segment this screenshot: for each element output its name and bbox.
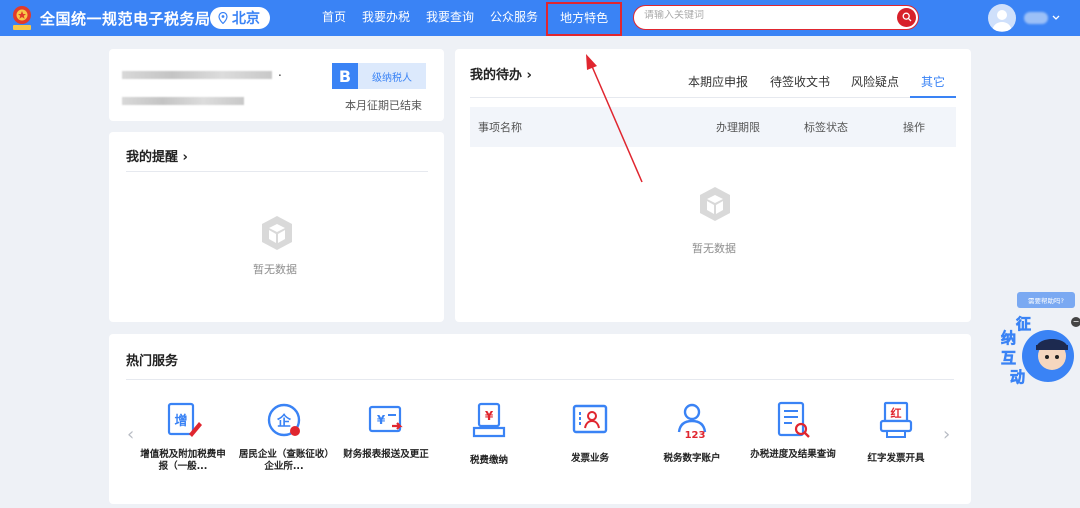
- user-avatar[interactable]: [988, 4, 1016, 32]
- username-redacted[interactable]: [1024, 12, 1048, 24]
- hot-services-title: 热门服务: [126, 354, 179, 369]
- service-item[interactable]: 增增值税及附加税费申报（一般...: [137, 400, 229, 472]
- todo-title[interactable]: 我的待办 ›: [470, 64, 532, 83]
- service-item[interactable]: 红红字发票开具: [850, 400, 942, 464]
- svg-text:增: 增: [174, 413, 187, 429]
- tab-risk-doubts[interactable]: 风险疑点: [851, 73, 899, 90]
- svg-text:企: 企: [276, 413, 292, 430]
- reminders-divider: [126, 171, 428, 172]
- svg-text:¥: ¥: [485, 409, 494, 423]
- todo-table-header: [470, 107, 956, 147]
- location-pin-icon: [218, 12, 228, 24]
- help-close-button[interactable]: −: [1071, 317, 1080, 327]
- tab-pending-documents[interactable]: 待签收文书: [770, 73, 830, 90]
- carousel-prev-button[interactable]: ‹: [127, 424, 134, 445]
- search-input[interactable]: [644, 10, 884, 21]
- city-selector[interactable]: 北京: [210, 7, 270, 29]
- tabs-divider: [470, 97, 956, 98]
- col-actions: 操作: [903, 121, 925, 134]
- active-tab-indicator: [910, 96, 956, 98]
- service-label: 税务数字账户: [663, 453, 721, 464]
- col-tag-status: 标签状态: [804, 121, 848, 134]
- service-label: 增值税及附加税费申报（一般...: [140, 449, 226, 472]
- service-item[interactable]: 123 税务数字账户: [646, 400, 738, 464]
- nav-query[interactable]: 我要查询: [418, 0, 482, 36]
- service-label: 红字发票开具: [867, 453, 925, 464]
- chevron-right-icon: ›: [526, 68, 532, 83]
- enterprise-income-tax-icon: 企: [267, 403, 301, 437]
- nav-tax-handling[interactable]: 我要办税: [354, 0, 418, 36]
- grade-letter: B: [332, 63, 358, 89]
- search-box: [633, 5, 919, 30]
- search-icon: [902, 12, 911, 22]
- empty-box-icon: [262, 216, 292, 250]
- svg-text:纳: 纳: [1001, 329, 1016, 347]
- tab-current-declare[interactable]: 本期应申报: [688, 73, 748, 90]
- svg-text:征: 征: [1016, 315, 1031, 333]
- taxpayer-grade-badge: B 级纳税人: [332, 63, 426, 89]
- service-item[interactable]: 办税进度及结果查询: [747, 400, 839, 460]
- nav-home[interactable]: 首页: [314, 0, 354, 36]
- tax-emblem-logo[interactable]: [9, 4, 35, 32]
- top-header: 全国统一规范电子税务局 北京 首页 我要办税 我要查询 公众服务 地方特色: [0, 0, 1080, 36]
- svg-text:动: 动: [1010, 368, 1025, 386]
- hot-services-divider: [126, 379, 954, 380]
- vat-declare-icon: 增: [167, 402, 202, 437]
- service-item[interactable]: 企居民企业（查账征收）企业所...: [238, 400, 330, 472]
- annotation-arrow: [586, 54, 643, 183]
- search-button[interactable]: [897, 7, 916, 27]
- service-label: 发票业务: [570, 453, 609, 464]
- reminders-title[interactable]: 我的提醒 ›: [126, 146, 188, 165]
- period-status: 本月征期已结束: [345, 99, 422, 112]
- invoice-business-icon: [572, 404, 608, 434]
- tax-payment-icon: ¥: [472, 402, 506, 438]
- red-invoice-icon: 红: [879, 401, 913, 438]
- reminders-title-text: 我的提醒: [126, 150, 179, 165]
- progress-query-icon: [777, 401, 810, 438]
- taxpayer-name-redacted: [122, 71, 272, 79]
- user-silhouette-icon: [992, 10, 1012, 31]
- todo-empty-text: 暂无数据: [692, 242, 736, 255]
- help-bubble[interactable]: 需要帮助吗?: [1017, 292, 1075, 308]
- todo-title-text: 我的待办: [470, 68, 523, 83]
- site-title[interactable]: 全国统一规范电子税务局: [40, 8, 211, 29]
- nav-local-features[interactable]: 地方特色: [546, 2, 623, 36]
- svg-text:红: 红: [891, 406, 902, 420]
- main-nav: 首页 我要办税 我要查询 公众服务 地方特色: [314, 0, 623, 36]
- svg-text:互: 互: [1001, 349, 1016, 367]
- service-item[interactable]: ¥ 财务报表报送及更正: [340, 400, 432, 460]
- service-label: 居民企业（查账征收）企业所...: [238, 449, 330, 472]
- service-item[interactable]: 发票业务: [544, 400, 636, 464]
- col-deadline: 办理期限: [716, 121, 760, 134]
- service-label: 办税进度及结果查询: [750, 449, 836, 460]
- service-label: 财务报表报送及更正: [343, 449, 429, 460]
- service-label: 税费缴纳: [469, 455, 508, 466]
- col-item-name: 事项名称: [478, 121, 522, 134]
- nav-public-service[interactable]: 公众服务: [482, 0, 546, 36]
- chevron-down-icon[interactable]: [1051, 10, 1061, 26]
- grade-label: 级纳税人: [372, 72, 412, 84]
- tax-interaction-mascot-icon[interactable]: 征 纳 互 动: [996, 312, 1080, 388]
- carousel-next-button[interactable]: ›: [943, 424, 950, 445]
- taxpayer-name-suffix: .: [278, 65, 282, 79]
- taxpayer-id-redacted: [122, 97, 244, 105]
- svg-text:123: 123: [685, 430, 706, 440]
- chevron-right-icon: ›: [182, 150, 188, 165]
- tax-digital-account-icon: 123: [677, 403, 707, 441]
- tab-other[interactable]: 其它: [921, 73, 945, 90]
- city-label: 北京: [232, 11, 260, 27]
- reminders-empty-text: 暂无数据: [253, 263, 297, 276]
- svg-text:¥: ¥: [377, 413, 386, 427]
- empty-box-icon: [700, 187, 730, 221]
- financial-report-icon: ¥: [368, 405, 403, 433]
- service-item[interactable]: ¥ 税费缴纳: [443, 400, 535, 466]
